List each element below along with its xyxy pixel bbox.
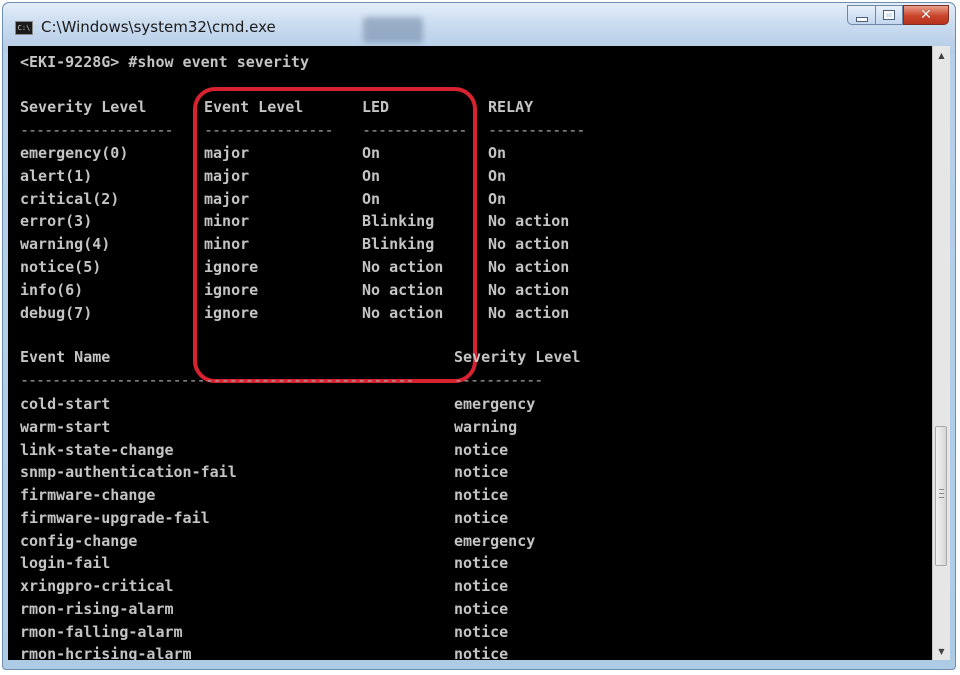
separator-line: ----------------------------------------… <box>20 371 415 389</box>
event-table-cell: rmon-falling-alarm <box>20 622 183 641</box>
severity-table-cell: No action <box>488 212 570 231</box>
event-table-cell: emergency <box>454 531 536 550</box>
thumb-grip <box>939 497 944 498</box>
severity-table-header: Severity Level <box>20 98 147 116</box>
close-icon: ✕ <box>920 7 932 23</box>
console-output[interactable]: <EKI-9228G> #show event severity Severity… <box>8 46 932 660</box>
event-table-cell: notice <box>454 440 509 459</box>
event-table-cell: xringpro-critical <box>20 577 174 595</box>
event-table-cell: emergency <box>454 395 536 413</box>
severity-table-cell: minor <box>204 212 250 231</box>
minimize-button[interactable] <box>847 5 875 25</box>
severity-table-cell: alert(1) <box>20 166 93 185</box>
severity-table-header: LED <box>362 98 390 116</box>
window-title: C:\Windows\system32\cmd.exe <box>41 18 276 36</box>
event-table-cell: warm-start <box>20 417 111 436</box>
separator-line: ------------- <box>362 121 466 139</box>
severity-table-cell: On <box>488 144 507 162</box>
event-table-cell: rmon-hcrising-alarm <box>20 645 192 660</box>
close-button[interactable]: ✕ <box>903 5 949 25</box>
scroll-up-arrow-icon[interactable]: ▲ <box>933 46 950 64</box>
severity-table-cell: critical(2) <box>20 189 120 208</box>
thumb-grip <box>939 489 944 490</box>
thumb-grip <box>939 493 944 494</box>
event-table-cell: notice <box>454 599 509 618</box>
scroll-thumb[interactable] <box>935 426 947 566</box>
maximize-icon <box>883 10 895 20</box>
cmd-icon[interactable]: C:\ <box>15 21 33 35</box>
severity-table-cell: No action <box>362 258 444 276</box>
severity-table-cell: No action <box>488 235 570 254</box>
severity-table-cell: major <box>204 189 250 208</box>
severity-table-cell: No action <box>362 303 444 322</box>
event-table-cell: snmp-authentication-fail <box>20 463 237 482</box>
severity-table-cell: On <box>362 189 381 208</box>
event-table-cell: firmware-change <box>20 486 156 504</box>
event-table-cell: login-fail <box>20 554 111 573</box>
severity-table-cell: ignore <box>204 280 259 299</box>
severity-table-cell: ignore <box>204 258 259 276</box>
event-table-cell: cold-start <box>20 395 111 413</box>
event-table-cell: notice <box>454 486 509 504</box>
severity-table-cell: Blinking <box>362 212 435 231</box>
separator-line: ------------ <box>488 121 585 139</box>
separator-line: ---------------- <box>204 121 334 139</box>
event-table-cell: notice <box>454 508 509 527</box>
severity-table-cell: On <box>362 144 381 162</box>
event-table-cell: rmon-rising-alarm <box>20 599 174 618</box>
event-table-header: Severity Level <box>454 348 581 366</box>
separator-line: ----------- <box>454 371 543 389</box>
severity-table-cell: major <box>204 144 250 162</box>
severity-table-cell: On <box>488 166 507 185</box>
title-bar-artifact <box>363 17 423 43</box>
severity-table-cell: emergency(0) <box>20 144 129 162</box>
event-table-cell: notice <box>454 577 509 595</box>
event-table-cell: notice <box>454 622 509 641</box>
severity-table-cell: minor <box>204 235 250 254</box>
severity-table-cell: On <box>362 166 381 185</box>
severity-table-cell: No action <box>488 280 570 299</box>
event-table-cell: config-change <box>20 531 138 550</box>
event-table-cell: notice <box>454 645 509 660</box>
caption-buttons: ✕ <box>847 5 949 27</box>
event-table-cell: firmware-upgrade-fail <box>20 508 210 527</box>
scroll-down-arrow-icon[interactable]: ▼ <box>933 642 950 660</box>
separator-line: ------------------- <box>20 121 174 139</box>
severity-table-header: Event Level <box>204 98 304 116</box>
event-table-cell: notice <box>454 463 509 482</box>
severity-table-cell: error(3) <box>20 212 93 231</box>
event-table-cell: warning <box>454 417 518 436</box>
event-table-cell: link-state-change <box>20 440 174 459</box>
severity-table-cell: No action <box>362 280 444 299</box>
event-table-cell: notice <box>454 554 509 573</box>
event-table-header: Event Name <box>20 348 111 366</box>
severity-table-cell: ignore <box>204 303 259 322</box>
severity-table-cell: debug(7) <box>20 303 93 322</box>
severity-table-cell: No action <box>488 303 570 322</box>
maximize-button[interactable] <box>875 5 903 25</box>
severity-table-cell: No action <box>488 258 570 276</box>
severity-table-cell: notice(5) <box>20 258 102 276</box>
severity-table-cell: major <box>204 166 250 185</box>
severity-table-cell: info(6) <box>20 280 84 299</box>
minimize-icon <box>855 16 868 22</box>
severity-table-cell: On <box>488 189 507 208</box>
severity-table-cell: warning(4) <box>20 235 111 254</box>
command-line: <EKI-9228G> #show event severity <box>20 53 309 71</box>
severity-table-cell: Blinking <box>362 235 435 254</box>
vertical-scrollbar[interactable]: ▲ ▼ <box>932 46 950 660</box>
severity-table-header: RELAY <box>488 98 534 116</box>
